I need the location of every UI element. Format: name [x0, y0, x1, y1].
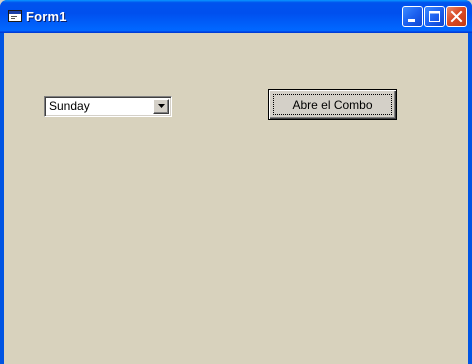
form-client-area: Sunday Abre el Combo — [4, 33, 468, 364]
maximize-button[interactable] — [424, 6, 445, 27]
maximize-icon — [429, 11, 440, 22]
app-window: Form1 Sunday Abre el Combo — [0, 0, 472, 364]
window-title: Form1 — [26, 9, 67, 24]
close-icon — [450, 10, 463, 23]
combo-dropdown-button[interactable] — [153, 99, 169, 114]
form-icon — [8, 10, 22, 22]
minimize-button[interactable] — [402, 6, 423, 27]
chevron-down-icon — [158, 104, 165, 108]
close-button[interactable] — [446, 6, 467, 27]
minimize-icon — [408, 19, 415, 22]
open-combo-button[interactable]: Abre el Combo — [268, 89, 397, 120]
open-combo-button-label: Abre el Combo — [292, 97, 373, 112]
combo-selected-value: Sunday — [49, 99, 90, 113]
title-bar[interactable]: Form1 — [0, 0, 472, 33]
day-combo-box[interactable]: Sunday — [44, 96, 172, 117]
